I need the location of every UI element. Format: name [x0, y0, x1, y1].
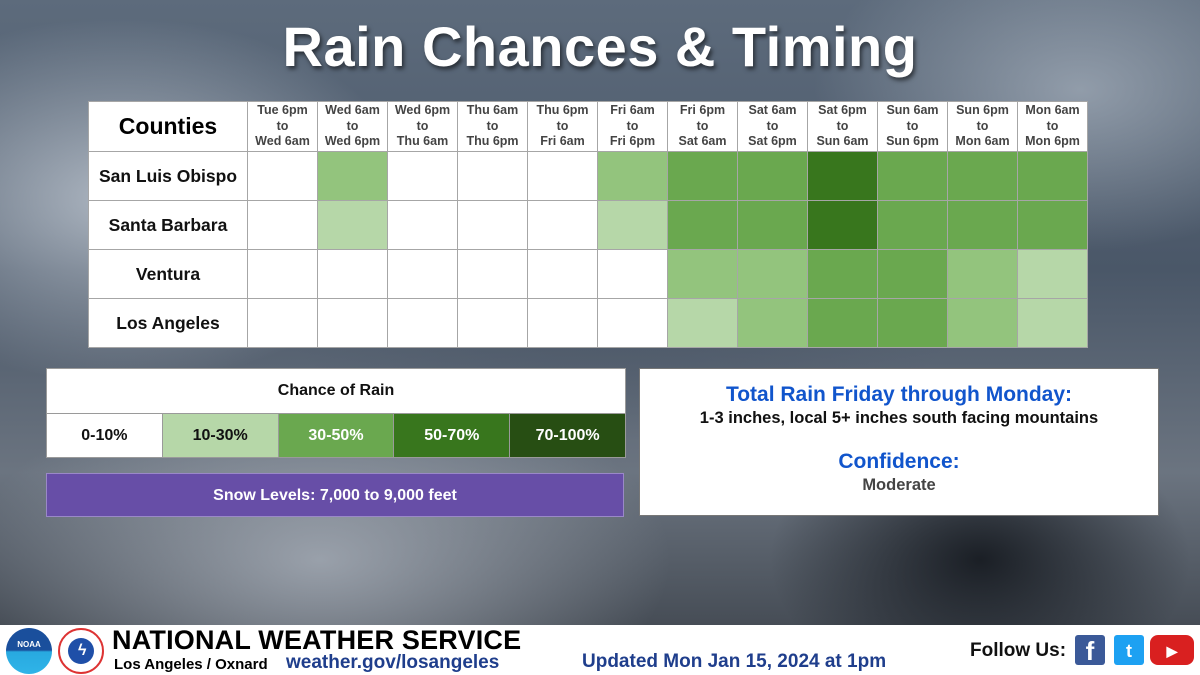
footer-bar: NOAA ϟ NATIONAL WEATHER SERVICE Los Ange…: [0, 625, 1200, 675]
rain-chance-cell: [597, 151, 668, 201]
rain-chance-cell: [527, 151, 598, 201]
rain-chance-cell: [807, 200, 878, 250]
rain-chance-cell: [737, 249, 808, 299]
rain-chance-cell: [1017, 151, 1088, 201]
rain-chance-grid: Counties Tue 6pm to Wed 6am Wed 6am to Wed 6p…: [88, 101, 1088, 348]
page-title: Rain Chances & Timing: [282, 15, 918, 78]
rain-chance-cell: [387, 200, 458, 250]
rain-chance-cell: [597, 298, 668, 348]
county-name: Ventura: [88, 249, 248, 299]
county-row: Ventura: [88, 249, 1088, 299]
period-header: Wed 6am to Wed 6pm: [317, 101, 388, 152]
rain-chance-cell: [317, 200, 388, 250]
confidence-heading: Confidence:: [838, 450, 960, 473]
updated-timestamp: Updated Mon Jan 15, 2024 at 1pm: [582, 651, 887, 672]
rain-chance-cell: [1017, 249, 1088, 299]
rain-chance-cell: [317, 249, 388, 299]
rain-totals-panel: Total Rain Friday through Monday: 1-3 in…: [639, 368, 1159, 516]
county-name: Los Angeles: [88, 298, 248, 348]
rain-chance-cell: [387, 151, 458, 201]
rain-chance-cell: [877, 249, 948, 299]
chance-of-rain-legend: Chance of Rain 0-10% 10-30% 30-50% 50-70% 70…: [46, 368, 626, 458]
rain-chance-cell: [737, 298, 808, 348]
rain-chance-cell: [457, 249, 528, 299]
rain-chance-cell: [1017, 298, 1088, 348]
rain-chance-cell: [387, 249, 458, 299]
total-rain-heading: Total Rain Friday through Monday:: [725, 383, 1073, 406]
rain-chance-cell: [247, 151, 318, 201]
legend-swatch: 30-50%: [277, 414, 394, 457]
period-header: Mon 6am to Mon 6pm: [1017, 101, 1088, 152]
legend-swatch: 50-70%: [393, 414, 510, 457]
rain-chance-cell: [667, 151, 738, 201]
rain-chance-cell: [527, 249, 598, 299]
rain-chance-cell: [947, 298, 1018, 348]
rain-chance-cell: [947, 151, 1018, 201]
rain-chance-cell: [807, 249, 878, 299]
county-row: Los Angeles: [88, 298, 1088, 348]
legend-swatch: 10-30%: [161, 414, 278, 457]
rain-chance-cell: [597, 249, 668, 299]
period-header: Sun 6am to Sun 6pm: [877, 101, 948, 152]
period-header: Sun 6pm to Mon 6am: [947, 101, 1018, 152]
rain-chance-cell: [877, 151, 948, 201]
rain-chance-cell: [667, 200, 738, 250]
rain-chance-cell: [667, 298, 738, 348]
rain-chance-cell: [527, 298, 598, 348]
rain-chance-cell: [317, 298, 388, 348]
total-rain-value: 1-3 inches, local 5+ inches south facing…: [699, 409, 1099, 427]
office-name: Los Angeles / Oxnard: [114, 656, 268, 673]
period-header: Sat 6pm to Sun 6am: [807, 101, 878, 152]
rain-chance-cell: [247, 200, 318, 250]
period-header: Tue 6pm to Wed 6am: [247, 101, 318, 152]
period-header: Wed 6pm to Thu 6am: [387, 101, 458, 152]
period-header: Thu 6pm to Fri 6am: [527, 101, 598, 152]
rain-chance-cell: [807, 151, 878, 201]
period-header: Fri 6am to Fri 6pm: [597, 101, 668, 152]
county-name: Santa Barbara: [88, 200, 248, 250]
snow-levels-banner: Snow Levels: 7,000 to 9,000 feet: [46, 473, 624, 517]
county-row: San Luis Obispo: [88, 151, 1088, 201]
rain-chance-cell: [247, 298, 318, 348]
follow-us-label: Follow Us:: [970, 640, 1067, 661]
period-header: Thu 6am to Thu 6pm: [457, 101, 528, 152]
facebook-icon[interactable]: f: [1075, 635, 1105, 666]
period-header: Sat 6am to Sat 6pm: [737, 101, 808, 152]
rain-chance-cell: [947, 249, 1018, 299]
youtube-icon[interactable]: ▶: [1150, 635, 1194, 665]
rain-chance-cell: [1017, 200, 1088, 250]
rain-chance-cell: [457, 151, 528, 201]
rain-chance-cell: [457, 200, 528, 250]
rain-chance-cell: [667, 249, 738, 299]
county-row: Santa Barbara: [88, 200, 1088, 250]
rain-chance-cell: [317, 151, 388, 201]
rain-chance-cell: [527, 200, 598, 250]
counties-header: Counties: [88, 101, 248, 152]
period-header: Fri 6pm to Sat 6am: [667, 101, 738, 152]
rain-chance-cell: [737, 200, 808, 250]
legend-swatch: 0-10%: [47, 414, 162, 457]
rain-chance-cell: [877, 298, 948, 348]
confidence-value: Moderate: [862, 476, 936, 494]
rain-chance-cell: [877, 200, 948, 250]
rain-chance-cell: [457, 298, 528, 348]
rain-chance-cell: [597, 200, 668, 250]
website-link[interactable]: weather.gov/losangeles: [286, 652, 499, 674]
legend-swatch: 70-100%: [509, 414, 625, 457]
twitter-icon[interactable]: t: [1114, 635, 1144, 665]
legend-swatches: 0-10% 10-30% 30-50% 50-70% 70-100%: [47, 414, 625, 457]
legend-title: Chance of Rain: [47, 369, 625, 414]
rain-chance-cell: [737, 151, 808, 201]
rain-chance-cell: [947, 200, 1018, 250]
county-name: San Luis Obispo: [88, 151, 248, 201]
rain-chance-cell: [807, 298, 878, 348]
rain-chance-cell: [247, 249, 318, 299]
nws-logo-icon: ϟ: [58, 628, 104, 674]
noaa-logo-icon: NOAA: [6, 628, 52, 674]
grid-header-row: Counties Tue 6pm to Wed 6am Wed 6am to Wed 6p…: [88, 101, 1088, 152]
rain-chance-cell: [387, 298, 458, 348]
